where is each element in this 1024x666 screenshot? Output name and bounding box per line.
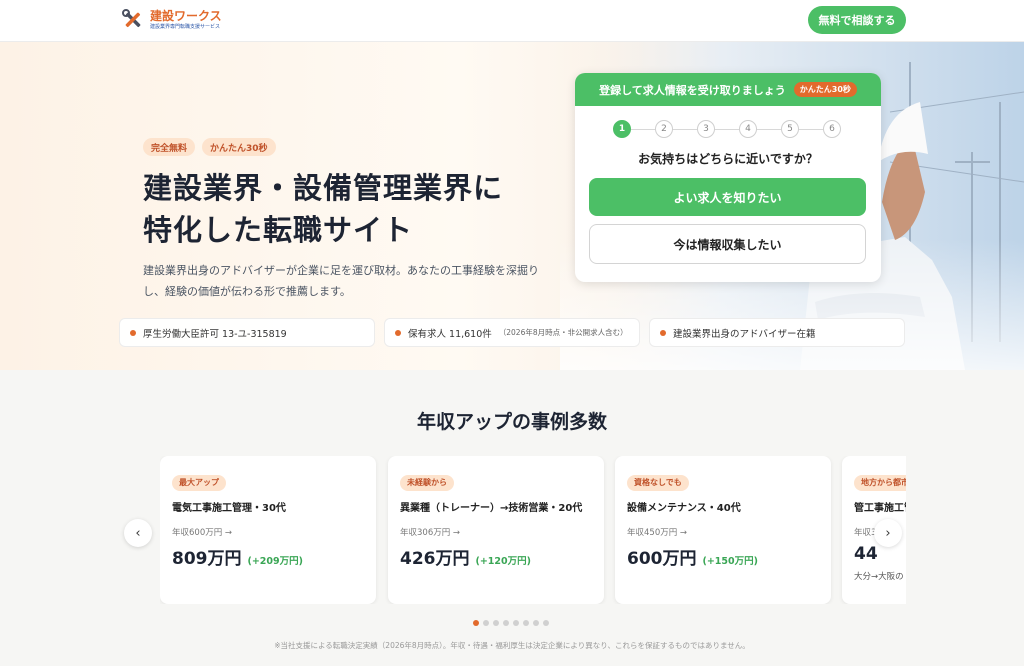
- hero-title: 建設業界・設備管理業界に 特化した転職サイト: [143, 167, 503, 251]
- pagination-dot-7[interactable]: [533, 620, 539, 626]
- logo-tagline: 建設業界専門転職支援サービス: [150, 24, 221, 30]
- form-header-badge: かんたん30秒: [793, 82, 857, 97]
- logo-text: 建設ワークス: [150, 9, 222, 23]
- case-tag: 最大アップ: [172, 475, 226, 491]
- case-before-salary: 年収306万円 →: [400, 528, 461, 538]
- option-good-jobs-button[interactable]: よい求人を知りたい: [589, 178, 866, 216]
- case-tag: 資格なしでも: [627, 475, 689, 491]
- case-title: 異業種（トレーナー）→技術営業・20代: [400, 503, 583, 514]
- feature-license: 厚生労働大臣許可 13-ユ-315819: [119, 318, 375, 347]
- case-after-salary: 809万円: [172, 549, 242, 569]
- registration-form-card: 登録して求人情報を受け取りましょう かんたん30秒 1 2 3 4 5 6 お気…: [575, 73, 881, 282]
- hero-title-line2: 特化した転職サイト: [143, 213, 414, 247]
- case-tag: 未経験から: [400, 475, 454, 491]
- step-2: 2: [655, 120, 673, 138]
- quick-badge: かんたん30秒: [202, 138, 276, 156]
- case-increase: (+209万円): [247, 556, 303, 567]
- hero-title-line1: 建設業界・設備管理業界に: [143, 171, 504, 205]
- feature-advisors: 建設業界出身のアドバイザー在籍: [649, 318, 905, 347]
- feature-note: （2026年8月時点・非公開求人含む）: [498, 328, 628, 337]
- pagination-dot-3[interactable]: [493, 620, 499, 626]
- case-before-salary: 年収600万円 →: [172, 528, 233, 538]
- case-card[interactable]: 資格なしでも 設備メンテナンス・40代 年収450万円 → 600万円 (+15…: [615, 456, 831, 604]
- step-3: 3: [697, 120, 715, 138]
- pagination-dot-5[interactable]: [513, 620, 519, 626]
- case-before-salary: 年収450万円 →: [627, 528, 688, 538]
- hero-badges: 完全無料 かんたん30秒: [143, 138, 276, 156]
- bullet-dot-icon: [130, 329, 136, 336]
- case-tag: 地方から都市: [854, 475, 906, 491]
- option-gather-info-button[interactable]: 今は情報収集したい: [589, 224, 866, 264]
- pagination-dot-1[interactable]: [473, 620, 479, 626]
- cases-section-title: 年収アップの事例多数: [416, 411, 607, 433]
- case-title: 電気工事施工管理・30代: [172, 503, 286, 514]
- case-title: 管工事施工管: [854, 503, 906, 514]
- step-indicator: 1 2 3 4 5 6: [613, 120, 843, 138]
- form-header: 登録して求人情報を受け取りましょう かんたん30秒: [575, 73, 881, 106]
- feature-text: 建設業界出身のアドバイザー在籍: [673, 328, 816, 340]
- chevron-left-icon: ‹: [135, 525, 141, 541]
- pagination-dot-2[interactable]: [483, 620, 489, 626]
- free-badge: 完全無料: [143, 138, 196, 156]
- step-4: 4: [739, 120, 757, 138]
- bullet-dot-icon: [395, 329, 401, 336]
- case-route: 大分→大阪の: [854, 572, 904, 582]
- tools-icon: [122, 9, 144, 31]
- form-question: お気持ちはどちらに近いですか？: [638, 152, 818, 166]
- results-footnote: ※当社支援による転職決定実績（2026年8月時点）。年収・待遇・福利厚生は決定企…: [274, 641, 750, 650]
- case-after-salary: 44: [854, 544, 878, 564]
- feature-job-count: 保有求人 11,610件 （2026年8月時点・非公開求人含む）: [384, 318, 640, 347]
- carousel-pagination: [473, 620, 549, 626]
- case-after-salary: 426万円: [400, 549, 470, 569]
- carousel-next-button[interactable]: ›: [874, 519, 902, 547]
- chevron-right-icon: ›: [885, 525, 891, 541]
- pagination-dot-4[interactable]: [503, 620, 509, 626]
- feature-text: 厚生労働大臣許可 13-ユ-315819: [143, 328, 287, 340]
- step-5: 5: [781, 120, 799, 138]
- pagination-dot-6[interactable]: [523, 620, 529, 626]
- case-increase: (+150万円): [702, 556, 758, 567]
- case-carousel: 最大アップ 電気工事施工管理・30代 年収600万円 → 809万円 (+209…: [160, 456, 906, 604]
- case-after-salary: 600万円: [627, 549, 697, 569]
- case-title: 設備メンテナンス・40代: [627, 503, 741, 514]
- case-increase: (+120万円): [475, 556, 531, 567]
- site-header: 建設ワークス 建設業界専門転職支援サービス 無料で相談する: [0, 0, 1024, 42]
- hero-lead: 建設業界出身のアドバイザーが企業に足を運び取材。あなたの工事経験を深掘りし、経験…: [143, 264, 539, 298]
- free-consultation-button[interactable]: 無料で相談する: [808, 6, 906, 34]
- pagination-dot-8[interactable]: [543, 620, 549, 626]
- case-card[interactable]: 最大アップ 電気工事施工管理・30代 年収600万円 → 809万円 (+209…: [160, 456, 376, 604]
- form-header-text: 登録して求人情報を受け取りましょう: [599, 83, 786, 97]
- case-card[interactable]: 未経験から 異業種（トレーナー）→技術営業・20代 年収306万円 → 426万…: [388, 456, 604, 604]
- site-logo[interactable]: 建設ワークス 建設業界専門転職支援サービス: [122, 9, 222, 31]
- carousel-prev-button[interactable]: ‹: [124, 519, 152, 547]
- feature-text: 保有求人 11,610件: [408, 328, 492, 340]
- step-6: 6: [823, 120, 841, 138]
- step-1: 1: [613, 120, 631, 138]
- bullet-dot-icon: [660, 329, 666, 336]
